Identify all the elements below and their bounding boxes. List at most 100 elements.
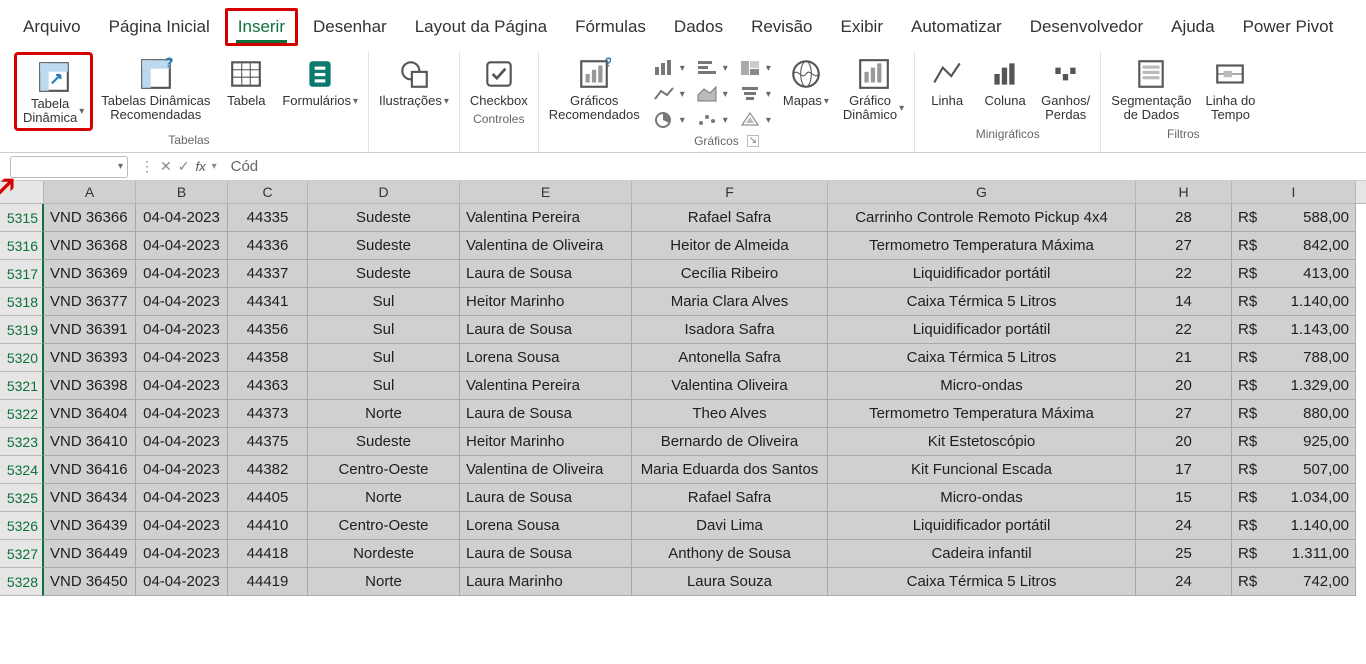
menu-tab-automatizar[interactable]: Automatizar [898,8,1015,46]
cell[interactable]: Valentina Pereira [460,372,632,400]
cell[interactable]: Valentina Oliveira [632,372,828,400]
ribbon-coluna-button[interactable]: Coluna [977,52,1033,110]
cell[interactable]: 44418 [228,540,308,568]
cell[interactable]: Bernardo de Oliveira [632,428,828,456]
cell[interactable]: 44363 [228,372,308,400]
cell[interactable]: VND 36391 [44,316,136,344]
cell[interactable]: 22 [1136,260,1232,288]
menu-tab-revisão[interactable]: Revisão [738,8,825,46]
cell[interactable]: Laura de Sousa [460,260,632,288]
cell[interactable]: Maria Eduarda dos Santos [632,456,828,484]
cell[interactable]: Carrinho Controle Remoto Pickup 4x4 [828,204,1136,232]
cell[interactable]: Micro-ondas [828,372,1136,400]
cell[interactable]: Liquidificador portátil [828,260,1136,288]
cell[interactable]: VND 36377 [44,288,136,316]
cell[interactable]: 44356 [228,316,308,344]
cell[interactable]: 44341 [228,288,308,316]
cell[interactable]: 20 [1136,372,1232,400]
cell[interactable]: Micro-ondas [828,484,1136,512]
chevron-down-icon[interactable]: ▾ [212,161,217,172]
cell[interactable]: Norte [308,568,460,596]
cell[interactable]: VND 36450 [44,568,136,596]
cancel-icon[interactable]: ✕ [160,158,172,175]
cell[interactable]: 15 [1136,484,1232,512]
cell[interactable]: Heitor de Almeida [632,232,828,260]
chart-tree-button[interactable]: ▾ [734,56,775,80]
cell[interactable]: Davi Lima [632,512,828,540]
cell[interactable]: 44336 [228,232,308,260]
cell[interactable]: VND 36449 [44,540,136,568]
cell[interactable]: Laura de Sousa [460,316,632,344]
chart-funnel-button[interactable]: ▾ [734,82,775,106]
cell[interactable]: Laura Marinho [460,568,632,596]
menu-tab-exibir[interactable]: Exibir [827,8,896,46]
chevron-down-icon[interactable]: ▾ [118,161,123,172]
ribbon-segmentação-de-dados-button[interactable]: Segmentação de Dados [1105,52,1197,125]
cell[interactable]: VND 36410 [44,428,136,456]
column-header-E[interactable]: E [460,181,632,203]
cell[interactable]: Laura Souza [632,568,828,596]
cell[interactable]: 04-04-2023 [136,372,228,400]
cell[interactable]: Lorena Sousa [460,512,632,540]
cell[interactable]: 44373 [228,400,308,428]
cell[interactable]: Cadeira infantil [828,540,1136,568]
cell[interactable]: Sul [308,372,460,400]
formula-input[interactable] [223,153,1366,180]
column-header-F[interactable]: F [632,181,828,203]
cell[interactable]: R$742,00 [1232,568,1356,596]
menu-tab-inserir[interactable]: Inserir [225,8,298,46]
row-header[interactable]: 5324 [0,456,44,484]
cell[interactable]: 21 [1136,344,1232,372]
row-header[interactable]: 5328 [0,568,44,596]
column-header-G[interactable]: G [828,181,1136,203]
chart-pie-button[interactable]: ▾ [648,108,689,132]
chart-area-button[interactable]: ▾ [691,82,732,106]
cell[interactable]: Kit Estetoscópio [828,428,1136,456]
cell[interactable]: 28 [1136,204,1232,232]
cell[interactable]: Laura de Sousa [460,484,632,512]
cell[interactable]: Termometro Temperatura Máxima [828,232,1136,260]
cell[interactable]: R$1.143,00 [1232,316,1356,344]
ribbon-gráfico-dinâmico-button[interactable]: Gráfico Dinâmico▾ [837,52,910,125]
cell[interactable]: Norte [308,400,460,428]
cell[interactable]: Laura de Sousa [460,540,632,568]
cell[interactable]: Cecília Ribeiro [632,260,828,288]
row-header[interactable]: 5321 [0,372,44,400]
cell[interactable]: VND 36368 [44,232,136,260]
ribbon-tabela-button[interactable]: Tabela [218,52,274,110]
cell[interactable]: 27 [1136,232,1232,260]
cell[interactable]: Caixa Térmica 5 Litros [828,568,1136,596]
cell[interactable]: Nordeste [308,540,460,568]
chart-radar-button[interactable]: ▾ [734,108,775,132]
cell[interactable]: 04-04-2023 [136,232,228,260]
menu-tab-layout-da-página[interactable]: Layout da Página [402,8,560,46]
cell[interactable]: 25 [1136,540,1232,568]
cell[interactable]: Centro-Oeste [308,512,460,540]
cell[interactable]: 44358 [228,344,308,372]
ribbon-linha-do-tempo-button[interactable]: Linha do Tempo [1200,52,1262,125]
row-header[interactable]: 5323 [0,428,44,456]
cell[interactable]: 04-04-2023 [136,344,228,372]
cell[interactable]: Maria Clara Alves [632,288,828,316]
column-header-I[interactable]: I [1232,181,1356,203]
cell[interactable]: Kit Funcional Escada [828,456,1136,484]
cell[interactable]: Valentina de Oliveira [460,232,632,260]
cell[interactable]: VND 36439 [44,512,136,540]
column-header-A[interactable]: A [44,181,136,203]
menu-tab-arquivo[interactable]: Arquivo [10,8,94,46]
cell[interactable]: 44405 [228,484,308,512]
cell[interactable]: Sudeste [308,260,460,288]
cell[interactable]: 24 [1136,512,1232,540]
cell[interactable]: 04-04-2023 [136,512,228,540]
cell[interactable]: Norte [308,484,460,512]
cell[interactable]: 04-04-2023 [136,288,228,316]
menu-tab-power-pivot[interactable]: Power Pivot [1230,8,1347,46]
cell[interactable]: Sul [308,344,460,372]
row-header[interactable]: 5318 [0,288,44,316]
cell[interactable]: R$1.140,00 [1232,288,1356,316]
cell[interactable]: 14 [1136,288,1232,316]
cell[interactable]: 04-04-2023 [136,568,228,596]
cell[interactable]: R$1.034,00 [1232,484,1356,512]
cell[interactable]: VND 36398 [44,372,136,400]
menu-tab-dados[interactable]: Dados [661,8,736,46]
